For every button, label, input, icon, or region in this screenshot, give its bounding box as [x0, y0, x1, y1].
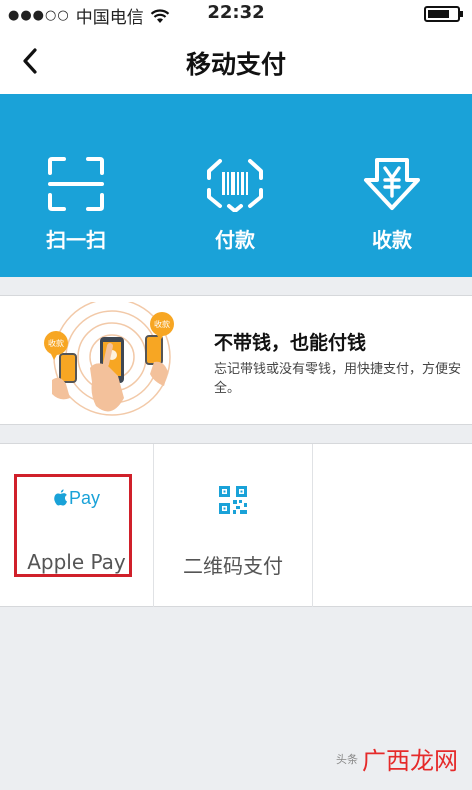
- empty-grid-cell: [313, 444, 472, 607]
- tap-to-pay-illustration: 收款 收款: [44, 302, 174, 416]
- promo-card: 收款 收款 不带钱，也能付钱 忘记带钱或没有零钱，用快捷支付，方便安全。: [0, 295, 472, 425]
- clock: 22:32: [207, 2, 265, 23]
- action-banner: 扫一扫 付款 收款: [0, 94, 472, 277]
- qr-code-pay-option[interactable]: 二维码支付: [154, 444, 313, 607]
- watermark: 头条 广西龙网: [336, 741, 458, 776]
- watermark-text: 广西龙网: [362, 747, 458, 775]
- status-bar: ●●●○○ 中国电信 22:32: [0, 0, 472, 28]
- scan-label: 扫一扫: [46, 228, 106, 252]
- scan-button[interactable]: 扫一扫: [21, 156, 131, 253]
- highlight-box: [14, 474, 132, 577]
- battery-icon: [424, 6, 463, 22]
- promo-description: 忘记带钱或没有零钱，用快捷支付，方便安全。: [214, 362, 462, 396]
- pay-button[interactable]: 付款: [180, 156, 290, 253]
- barcode-pay-icon: [207, 159, 263, 212]
- scan-icon: [48, 157, 104, 211]
- yen-receive-icon: [364, 158, 420, 210]
- receive-label: 收款: [372, 228, 412, 252]
- battery-level: [428, 10, 449, 18]
- pay-label: 付款: [215, 228, 255, 252]
- promo-headline: 不带钱，也能付钱: [214, 332, 367, 354]
- bubble-right-label: 收款: [154, 319, 170, 329]
- page-title: 移动支付: [185, 50, 286, 79]
- payment-methods-grid: Pay Apple Pay 二维码支付: [0, 443, 472, 607]
- apple-pay-option[interactable]: Pay Apple Pay: [0, 444, 154, 607]
- qr-code-icon: [219, 486, 247, 514]
- nav-bar: 移动支付: [0, 28, 472, 94]
- watermark-mark: 头条: [336, 752, 358, 766]
- qr-code-pay-label: 二维码支付: [183, 554, 283, 578]
- receive-button[interactable]: 收款: [337, 156, 447, 253]
- bubble-left-label: 收款: [48, 338, 64, 348]
